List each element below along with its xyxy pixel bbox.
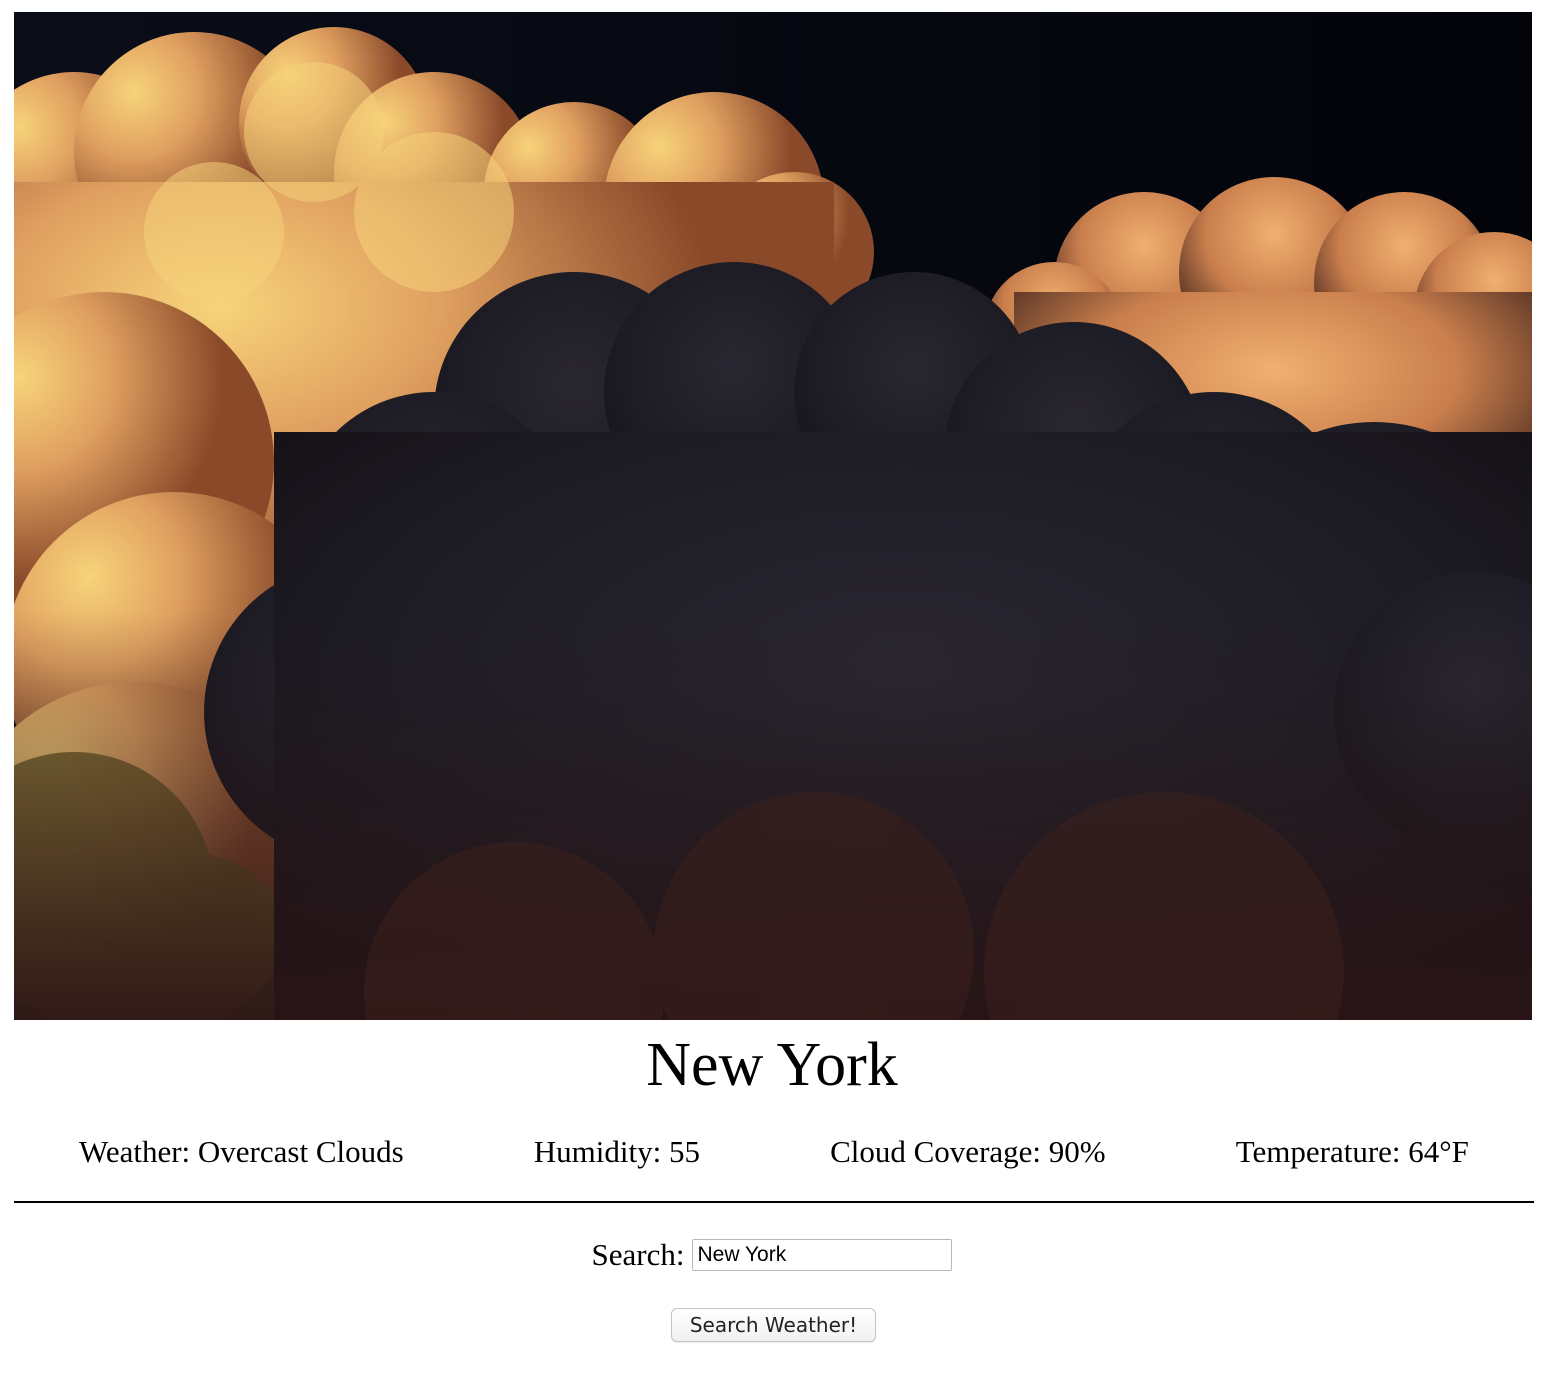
weather-stats-row: Weather: Overcast Clouds Humidity: 55 Cl…: [14, 1130, 1534, 1174]
cloud-coverage-value: Cloud Coverage: 90%: [830, 1134, 1106, 1169]
storm-clouds-photo: [14, 12, 1532, 1020]
section-divider: [14, 1201, 1534, 1203]
temperature-value: Temperature: 64°F: [1235, 1134, 1469, 1169]
weather-description: Weather: Overcast Clouds: [79, 1134, 404, 1169]
search-weather-button[interactable]: Search Weather!: [671, 1308, 876, 1342]
weather-background-image: [14, 12, 1532, 1020]
search-input[interactable]: [692, 1239, 953, 1271]
city-name-heading: New York: [646, 1031, 898, 1099]
humidity-value: Humidity: 55: [533, 1134, 700, 1169]
search-label: Search:: [591, 1237, 685, 1272]
search-form: Search:: [0, 1234, 1544, 1276]
